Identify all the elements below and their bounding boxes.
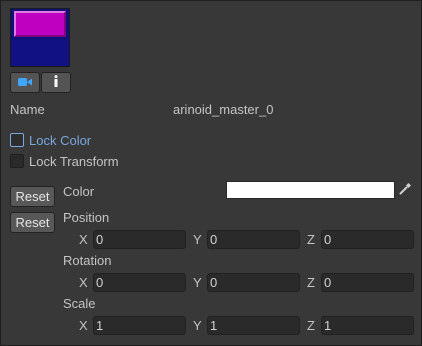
lock-transform-checkbox[interactable] bbox=[10, 154, 24, 168]
scale-z-axis-label: Z bbox=[307, 318, 315, 333]
eyedropper-icon bbox=[399, 182, 412, 198]
preview-bottom-block bbox=[11, 40, 69, 66]
scale-z-input[interactable]: 1 bbox=[321, 316, 414, 335]
rotation-y-input[interactable]: 0 bbox=[207, 273, 300, 292]
rotation-x-input[interactable]: 0 bbox=[93, 273, 186, 292]
scale-label: Scale bbox=[63, 296, 96, 311]
rotation-x-axis-label: X bbox=[79, 275, 88, 290]
reset-color-button[interactable]: Reset bbox=[10, 186, 55, 207]
info-icon bbox=[53, 75, 59, 90]
reset-transform-button[interactable]: Reset bbox=[10, 212, 55, 233]
position-y-input[interactable]: 0 bbox=[207, 230, 300, 249]
rotation-label: Rotation bbox=[63, 253, 112, 268]
color-label: Color bbox=[63, 184, 95, 199]
scale-y-input[interactable]: 1 bbox=[207, 316, 300, 335]
lock-color-checkbox[interactable] bbox=[10, 133, 24, 147]
position-y-axis-label: Y bbox=[193, 232, 202, 247]
preview-top-block bbox=[14, 11, 66, 37]
scale-y-axis-label: Y bbox=[193, 318, 202, 333]
rotation-y-axis-label: Y bbox=[193, 275, 202, 290]
name-label: Name bbox=[10, 102, 45, 117]
position-x-input[interactable]: 0 bbox=[93, 230, 186, 249]
scale-x-axis-label: X bbox=[79, 318, 88, 333]
info-button[interactable] bbox=[41, 72, 71, 93]
position-x-axis-label: X bbox=[79, 232, 88, 247]
lock-transform-label[interactable]: Lock Transform bbox=[29, 154, 119, 169]
position-z-input[interactable]: 0 bbox=[321, 230, 414, 249]
inspector-panel: Name arinoid_master_0 Lock Color Lock Tr… bbox=[0, 0, 422, 346]
lock-color-label[interactable]: Lock Color bbox=[29, 133, 91, 148]
color-field[interactable] bbox=[226, 181, 395, 199]
eyedropper-button[interactable] bbox=[397, 181, 414, 199]
position-label: Position bbox=[63, 210, 110, 225]
rotation-z-input[interactable]: 0 bbox=[321, 273, 414, 292]
name-value: arinoid_master_0 bbox=[173, 102, 274, 117]
sprite-preview bbox=[10, 8, 70, 67]
position-z-axis-label: Z bbox=[307, 232, 315, 247]
camera-button[interactable] bbox=[10, 72, 40, 93]
scale-x-input[interactable]: 1 bbox=[93, 316, 186, 335]
rotation-z-axis-label: Z bbox=[307, 275, 315, 290]
camera-icon bbox=[18, 75, 32, 90]
